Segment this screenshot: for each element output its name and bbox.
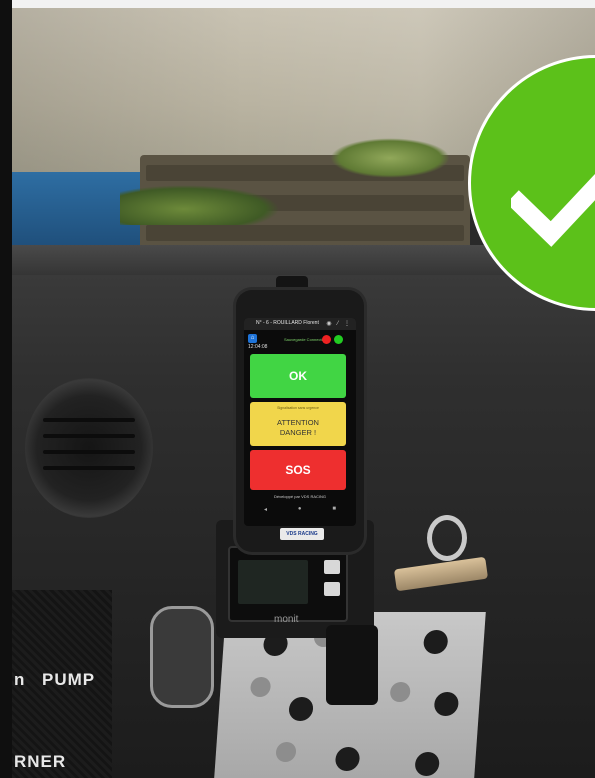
plate-dimple xyxy=(389,682,411,702)
clip-ring xyxy=(427,515,467,561)
plate-dimple xyxy=(249,677,272,697)
connection-status: Sauvegarde Connecté xyxy=(284,337,324,342)
panel-label-pump: PUMP xyxy=(42,670,96,689)
driver-title: N° - 6 - ROUILLARD Florent xyxy=(256,320,319,326)
plate-hole xyxy=(334,747,361,771)
phone-accept-icon[interactable] xyxy=(334,335,343,344)
timer-button[interactable] xyxy=(324,560,340,574)
android-nav-bar[interactable]: ◂ ● ■ xyxy=(264,506,336,514)
plate-hole xyxy=(414,752,441,776)
panel-label-n: n xyxy=(14,670,26,689)
carbon-switch-panel: n PUMP RNER xyxy=(12,590,112,778)
key-card-slot xyxy=(150,606,214,708)
panel-label-rner: RNER xyxy=(14,752,67,771)
vent-fin xyxy=(43,466,135,470)
developer-footer: Développé par VDS RACING xyxy=(274,494,327,499)
timer-display xyxy=(238,560,308,604)
home-icon[interactable]: ⌂ xyxy=(248,334,257,343)
device-brand: monit xyxy=(274,614,299,625)
checkmark-icon xyxy=(511,174,595,247)
pallet-slat xyxy=(146,225,464,241)
plants-left xyxy=(120,185,280,225)
vent-fin xyxy=(43,450,135,454)
sos-button[interactable]: SOS xyxy=(250,450,346,490)
nav-home-icon[interactable]: ● xyxy=(298,506,302,514)
nav-back-icon[interactable]: ◂ xyxy=(264,506,267,514)
plate-hole xyxy=(288,697,314,721)
danger-label: DANGER ! xyxy=(279,428,317,437)
plants-right xyxy=(330,138,450,178)
attention-danger-button[interactable]: Signalisation sans urgence ATTENTION DAN… xyxy=(250,402,346,446)
timer-button[interactable] xyxy=(324,582,340,596)
clock-readout: 12:04:08 xyxy=(248,344,268,350)
clip-body xyxy=(393,556,489,592)
attention-subtitle: Signalisation sans urgence xyxy=(277,406,319,410)
attention-label: ATTENTION xyxy=(277,418,319,427)
left-border xyxy=(0,0,12,778)
plate-hole xyxy=(422,630,449,654)
plate-hole xyxy=(433,692,460,716)
vent-fin xyxy=(43,418,135,422)
plate-dimple xyxy=(275,742,297,762)
ok-button[interactable]: OK xyxy=(250,354,346,398)
mount-stem xyxy=(326,625,378,705)
lap-timer-device: monit xyxy=(228,546,348,625)
phone-hangup-icon[interactable] xyxy=(322,335,331,344)
app-bar: N° - 6 - ROUILLARD Florent ◉ ⁄ ⋮ xyxy=(244,318,356,330)
vent-fin xyxy=(43,434,135,438)
brand-sticker: VDS RACING xyxy=(280,528,324,540)
binder-clip xyxy=(393,515,490,595)
air-vent xyxy=(25,378,153,518)
nav-recents-icon[interactable]: ■ xyxy=(332,506,336,514)
app-bar-icons[interactable]: ◉ ⁄ ⋮ xyxy=(326,320,352,327)
top-border xyxy=(0,0,595,8)
photo-scene: n PUMP RNER monit N° - 6 - ROUILLARD Flo… xyxy=(0,0,595,778)
phone-screen: N° - 6 - ROUILLARD Florent ◉ ⁄ ⋮ ⌂ 12:04… xyxy=(244,318,356,526)
